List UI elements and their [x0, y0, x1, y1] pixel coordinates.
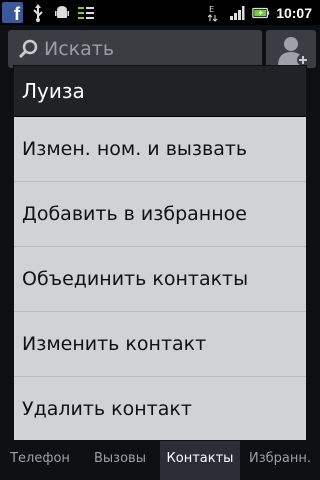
android-debug-icon [53, 4, 71, 22]
usb-icon [29, 3, 47, 22]
search-placeholder: Искать [44, 38, 115, 60]
facebook-icon: f [2, 2, 23, 23]
tab-calls[interactable]: Вызовы [80, 440, 160, 480]
tab-favorites[interactable]: Избранн. [240, 440, 320, 480]
add-contact-icon [278, 37, 309, 66]
contact-context-menu: Луиза Измен. ном. и вызвать Добавить в и… [14, 66, 306, 440]
svg-text:E: E [209, 5, 214, 14]
menu-item-edit-number-and-call[interactable]: Измен. ном. и вызвать [14, 117, 306, 182]
tab-contacts[interactable]: Контакты [160, 440, 240, 480]
sync-icon [77, 4, 95, 22]
dialog-title: Луиза [14, 66, 306, 117]
e-network-icon: E [204, 4, 222, 22]
add-contact-button[interactable] [266, 30, 316, 68]
status-bar: f E 10:07 [0, 0, 320, 25]
battery-icon [252, 4, 270, 22]
search-icon [18, 39, 38, 59]
signal-icon [228, 4, 246, 22]
clock: 10:07 [276, 4, 312, 21]
bottom-tab-bar: Телефон Вызовы Контакты Избранн. [0, 440, 320, 480]
search-bar[interactable]: Искать [8, 30, 262, 68]
tab-phone[interactable]: Телефон [0, 440, 80, 480]
menu-item-delete-contact[interactable]: Удалить контакт [14, 377, 306, 440]
menu-item-add-to-favorites[interactable]: Добавить в избранное [14, 182, 306, 247]
menu-item-edit-contact[interactable]: Изменить контакт [14, 312, 306, 377]
menu-item-join-contacts[interactable]: Объединить контакты [14, 247, 306, 312]
